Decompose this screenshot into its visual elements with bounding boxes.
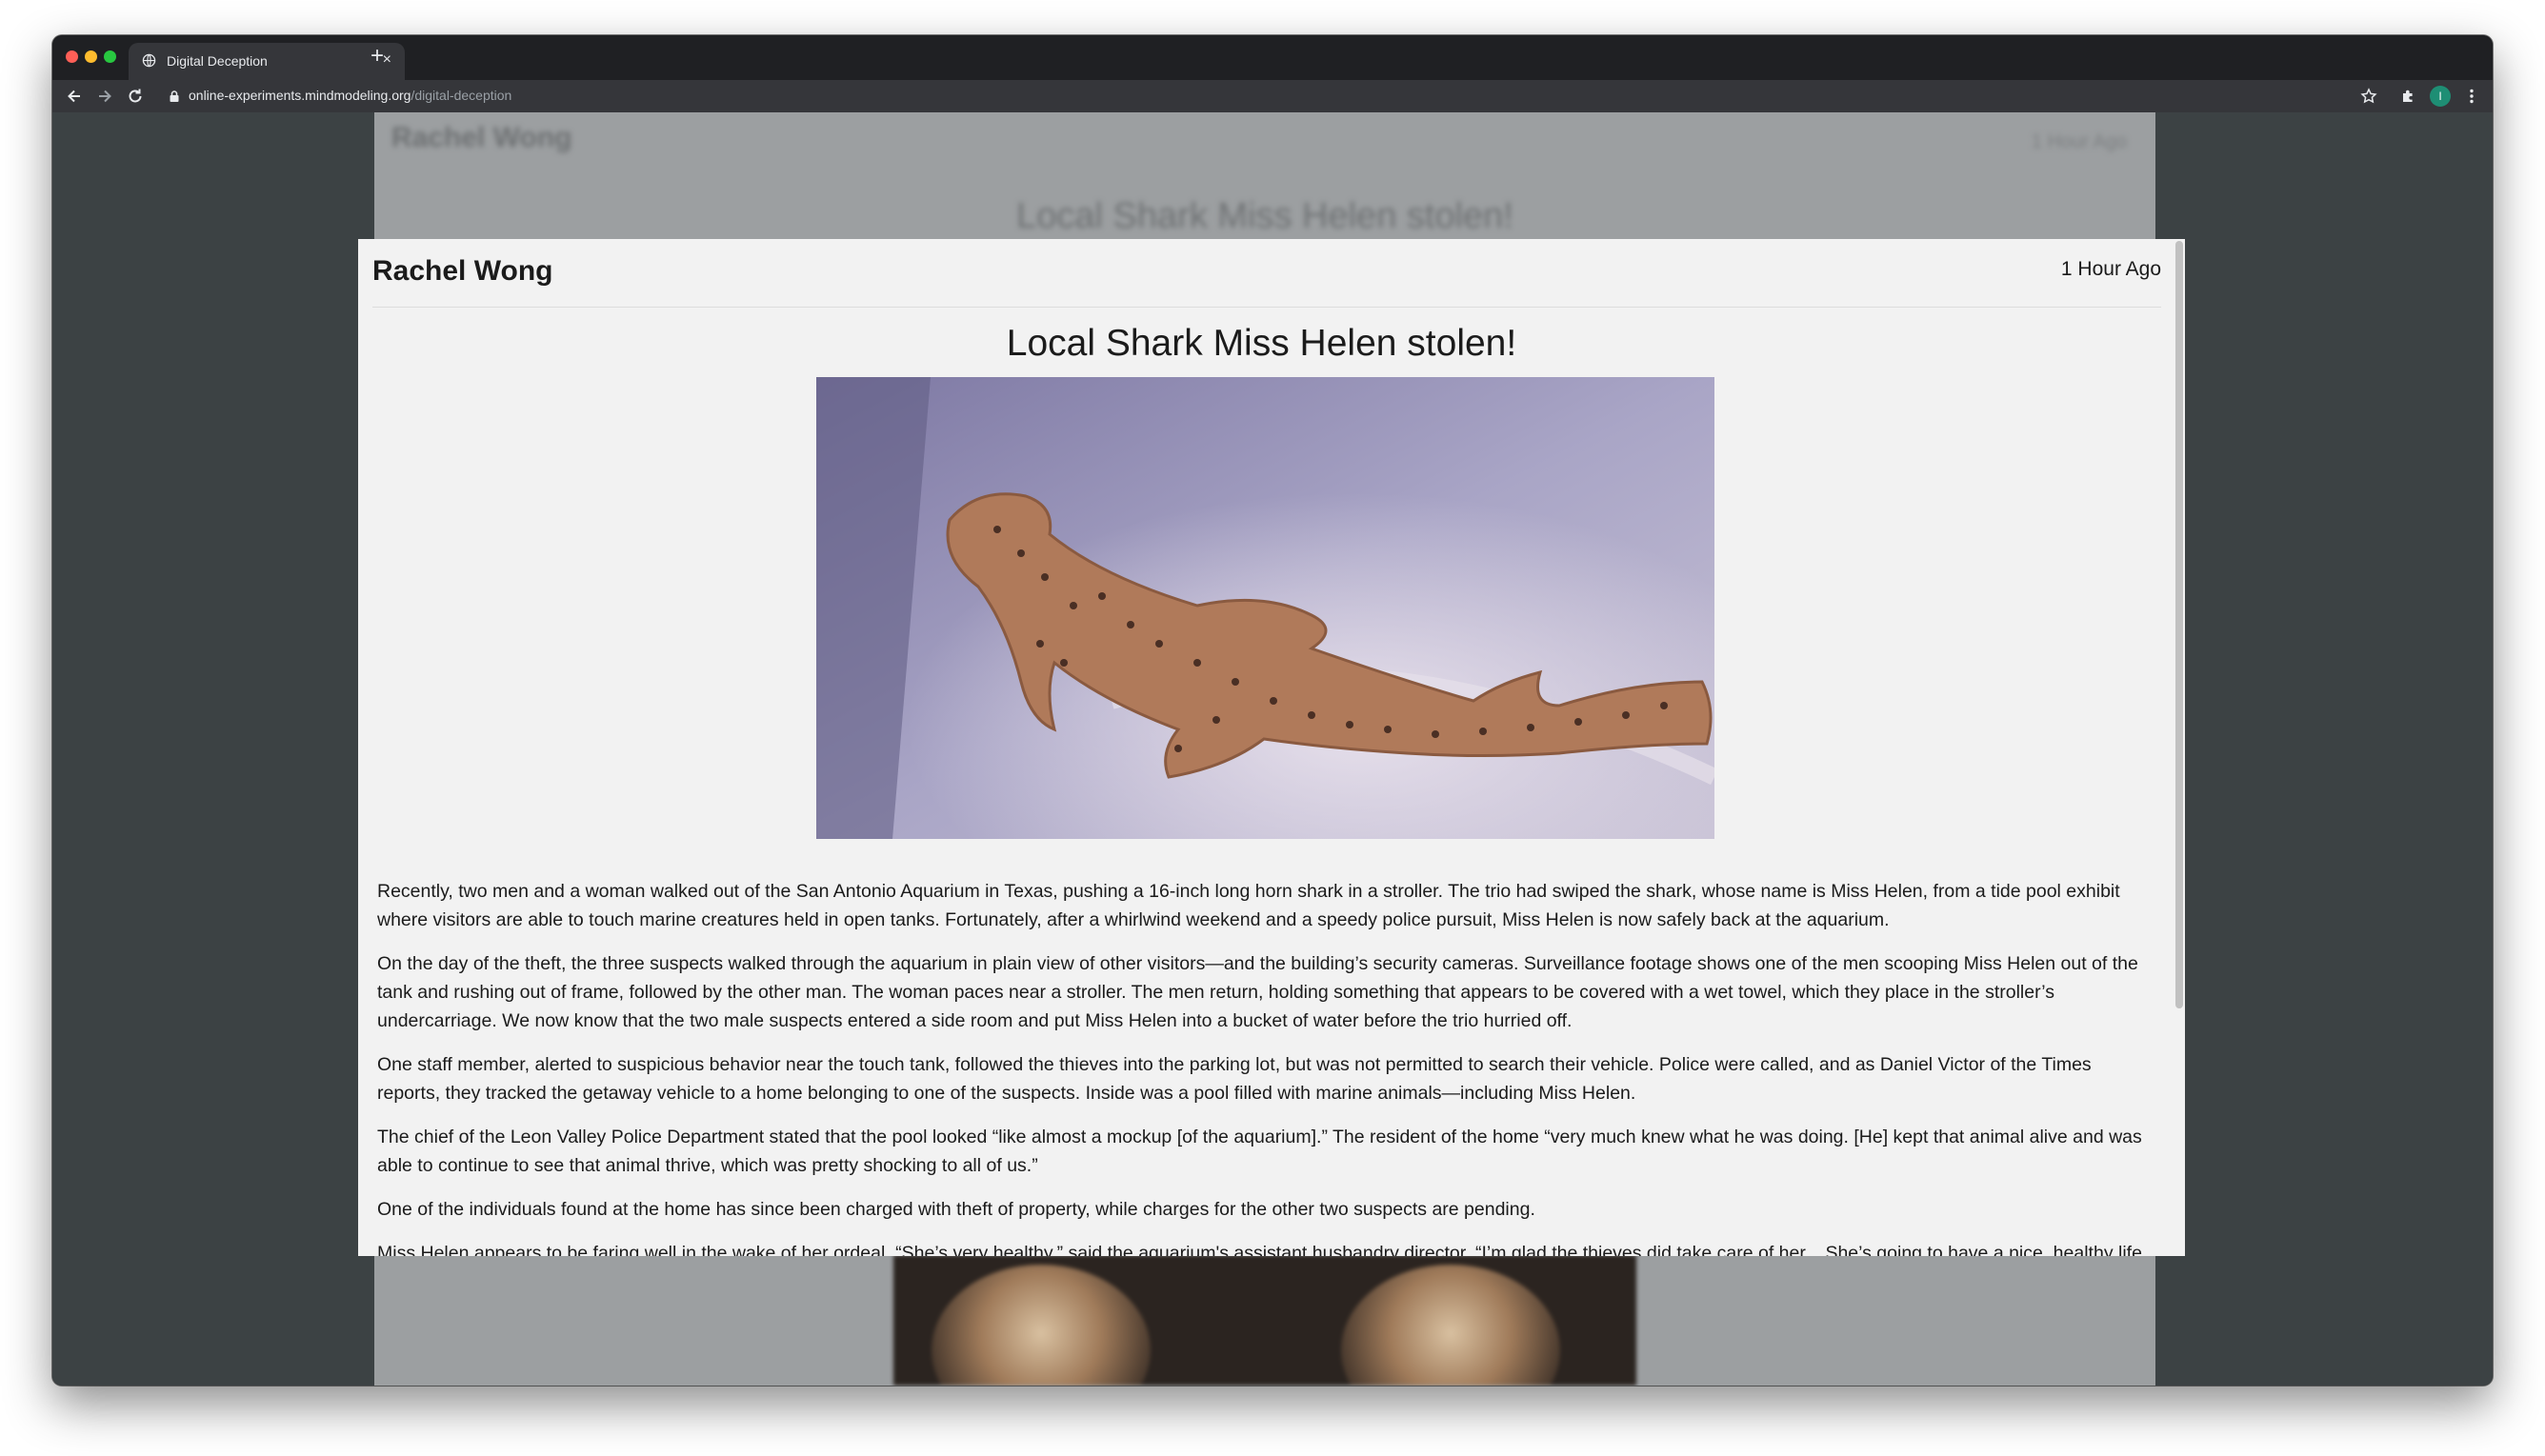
modal-scrollbar-thumb[interactable] — [2175, 241, 2183, 1008]
article-paragraph: Miss Helen appears to be faring well in … — [377, 1243, 2142, 1256]
tab-close-icon[interactable]: × — [383, 51, 391, 69]
article-paragraph: One of the individuals found at the home… — [377, 1199, 1535, 1220]
browser-window: Digital Deception × + online-experiments… — [52, 35, 2493, 1386]
article-paragraph: One staff member, alerted to suspicious … — [377, 1054, 2092, 1104]
url-path: /digital-deception — [411, 88, 512, 103]
tab-digital-deception[interactable]: Digital Deception × — [129, 43, 405, 80]
new-tab-button[interactable]: + — [371, 45, 384, 68]
post-author: Rachel Wong — [372, 255, 553, 287]
background-author: Rachel Wong — [391, 122, 572, 153]
post-modal: Rachel Wong 1 Hour Ago Local Shark Miss … — [358, 239, 2185, 1256]
globe-icon — [142, 53, 156, 68]
article-paragraph: The chief of the Leon Valley Police Depa… — [377, 1127, 2142, 1176]
article-paragraph: Recently, two men and a woman walked out… — [377, 881, 2120, 930]
tab-title: Digital Deception — [167, 53, 268, 69]
forward-arrow-icon[interactable] — [95, 87, 114, 106]
background-image — [893, 1255, 1636, 1386]
profile-avatar[interactable]: I — [2430, 86, 2451, 107]
reload-icon[interactable] — [126, 87, 145, 106]
page-viewport: Rachel Wong 1 Hour Ago Local Shark Miss … — [52, 112, 2493, 1386]
shark-photo — [816, 377, 1714, 839]
browser-toolbar: online-experiments.mindmodeling.org/digi… — [52, 80, 2493, 112]
back-arrow-icon[interactable] — [65, 87, 84, 106]
extensions-puzzle-icon[interactable] — [2399, 87, 2418, 106]
post-headline: Local Shark Miss Helen stolen! — [1006, 323, 1517, 364]
more-menu-icon[interactable] — [2462, 87, 2481, 106]
url-domain: online-experiments.mindmodeling.org — [189, 88, 411, 103]
minimize-window-button[interactable] — [85, 50, 97, 63]
lock-icon[interactable] — [168, 90, 181, 103]
article-paragraph: On the day of the theft, the three suspe… — [377, 953, 2138, 1031]
post-header: Rachel Wong 1 Hour Ago — [372, 239, 2161, 308]
address-bar[interactable]: online-experiments.mindmodeling.org/digi… — [189, 88, 511, 103]
background-timestamp: 1 Hour Ago — [2031, 131, 2127, 152]
bookmark-star-icon[interactable] — [2359, 87, 2378, 106]
title-bar: Digital Deception × + — [52, 35, 2493, 80]
modal-scrollbar[interactable] — [2174, 239, 2185, 1256]
background-headline: Local Shark Miss Helen stolen! — [1016, 196, 1513, 236]
maximize-window-button[interactable] — [104, 50, 116, 63]
close-window-button[interactable] — [66, 50, 78, 63]
article-body: Recently, two men and a woman walked out… — [377, 877, 2154, 1256]
post-timestamp: 1 Hour Ago — [2060, 258, 2161, 280]
